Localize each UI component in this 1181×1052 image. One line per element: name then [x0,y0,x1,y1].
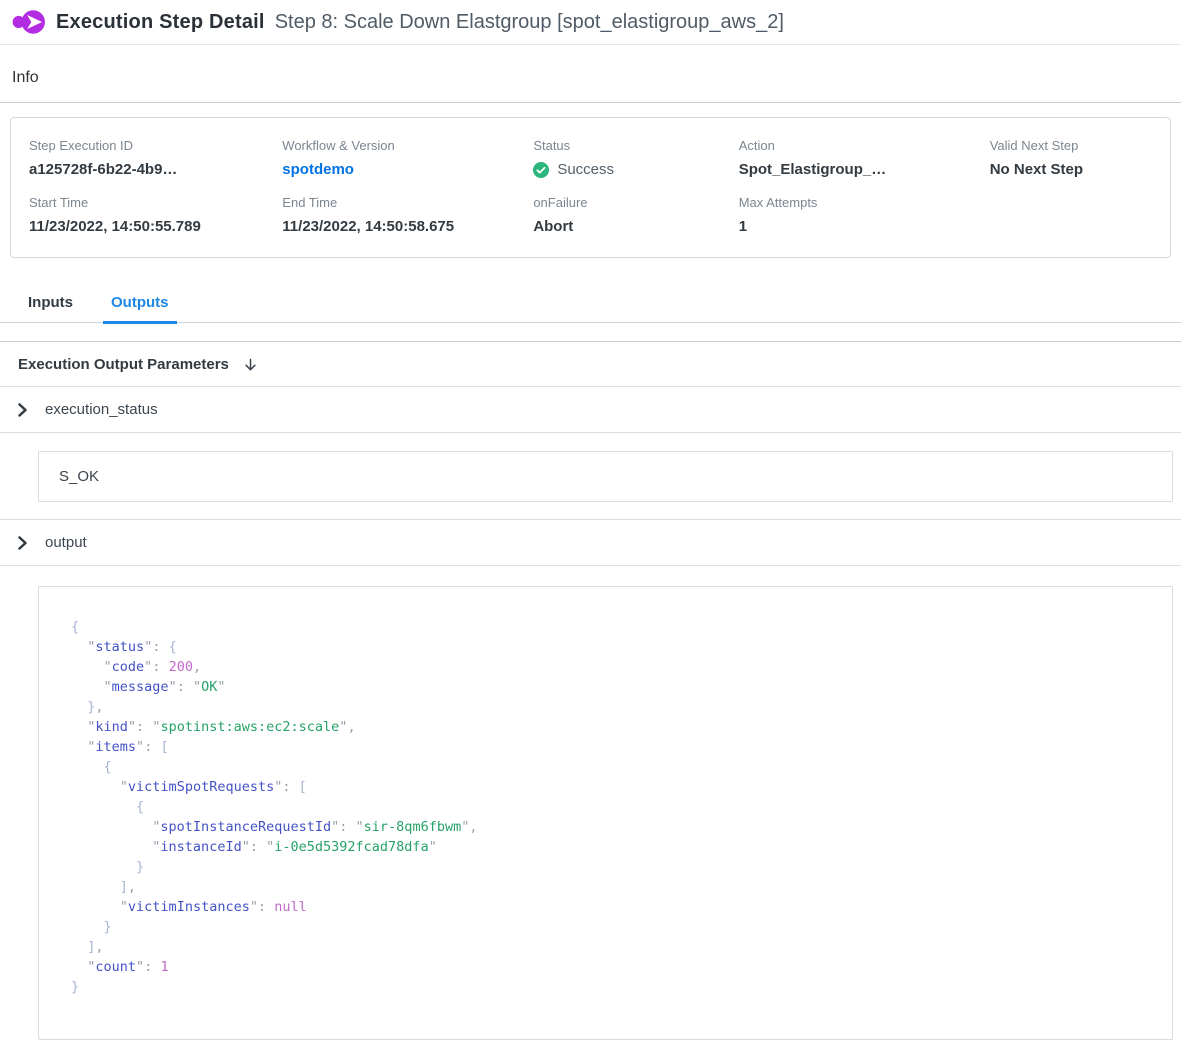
divider [0,102,1181,103]
divider [0,565,1181,566]
field-label: onFailure [533,195,738,210]
chevron-right-icon [17,403,28,417]
field-value: No Next Step [990,161,1170,178]
divider [0,432,1181,433]
field-status: Status Success [533,138,738,179]
outputs-section-header: Execution Output Parameters [0,342,1181,386]
chevron-right-icon [17,536,28,550]
field-label: Action [739,138,990,153]
field-max-attempts: Max Attempts 1 [739,195,990,235]
spacer [0,323,1181,341]
spot-logo-icon [12,7,46,37]
field-value: 1 [739,218,990,235]
param-row-execution-status[interactable]: execution_status [0,387,1181,432]
field-value: 11/23/2022, 14:50:55.789 [29,218,282,235]
outputs-section-title: Execution Output Parameters [18,356,229,373]
tab-outputs[interactable]: Outputs [103,284,177,324]
info-section-title: Info [12,69,1181,87]
field-label: Step Execution ID [29,138,282,153]
status-badge: Success [533,161,738,178]
info-panel: Step Execution ID a125728f-6b22-4b9… Wor… [10,117,1171,258]
status-text: Success [557,161,614,178]
output-code: { "status": { "code": 200, "message": "O… [38,586,1173,1040]
field-step-execution-id: Step Execution ID a125728f-6b22-4b9… [29,138,282,179]
expand-all-arrow-icon[interactable] [243,357,258,373]
page-title: Execution Step Detail [56,11,265,34]
page-subtitle: Step 8: Scale Down Elastgroup [spot_elas… [275,11,784,34]
param-name: execution_status [45,401,158,418]
info-fields-grid: Step Execution ID a125728f-6b22-4b9… Wor… [29,138,1170,235]
execution-status-value-box: S_OK [38,451,1173,502]
field-value: Spot_Elastigroup_… [739,161,990,178]
field-on-failure: onFailure Abort [533,195,738,235]
field-start-time: Start Time 11/23/2022, 14:50:55.789 [29,195,282,235]
param-row-output[interactable]: output [0,520,1181,565]
field-end-time: End Time 11/23/2022, 14:50:58.675 [282,195,533,235]
tab-bar: Inputs Outputs [0,284,1181,323]
field-label: Valid Next Step [990,138,1170,153]
success-check-icon [533,162,549,178]
field-label: Workflow & Version [282,138,533,153]
workflow-link[interactable]: spotdemo [282,161,354,178]
app-header: Execution Step Detail Step 8: Scale Down… [0,0,1181,45]
field-value: a125728f-6b22-4b9… [29,161,282,178]
field-action: Action Spot_Elastigroup_… [739,138,990,179]
field-value: Abort [533,218,738,235]
field-label: Max Attempts [739,195,990,210]
field-label: Start Time [29,195,282,210]
field-value: 11/23/2022, 14:50:58.675 [282,218,533,235]
tab-inputs[interactable]: Inputs [20,284,81,324]
field-label: End Time [282,195,533,210]
field-valid-next-step: Valid Next Step No Next Step [990,138,1170,179]
param-name: output [45,534,87,551]
field-workflow-version: Workflow & Version spotdemo [282,138,533,179]
field-label: Status [533,138,738,153]
